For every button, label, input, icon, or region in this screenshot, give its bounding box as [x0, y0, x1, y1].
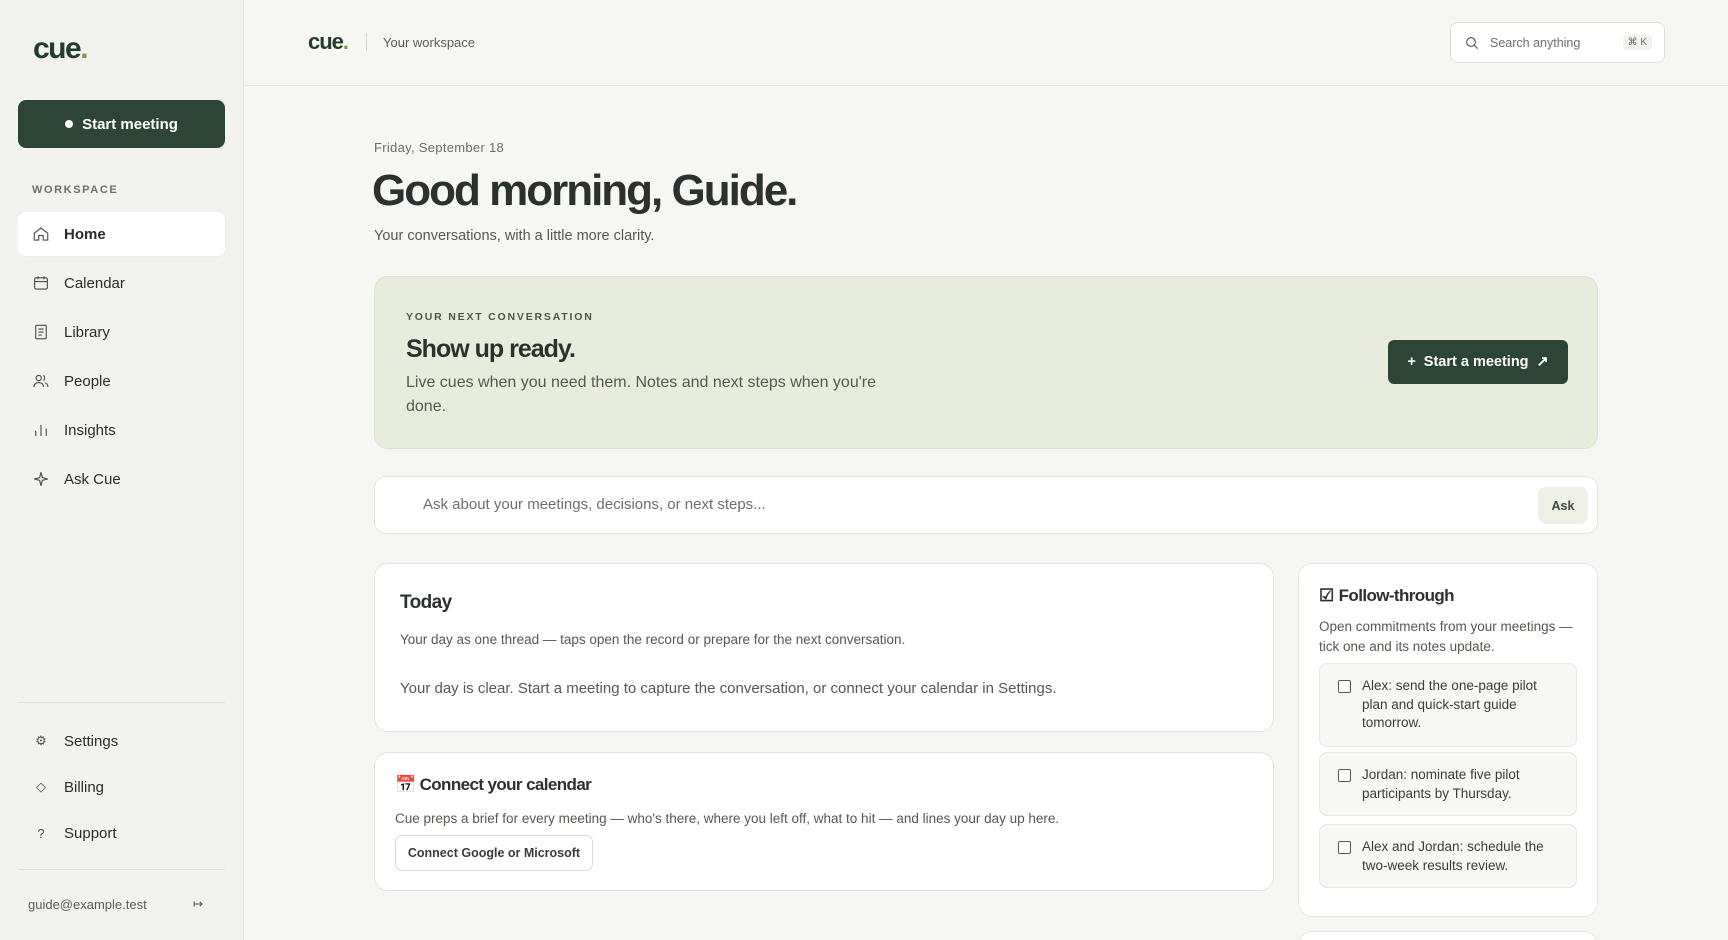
sidebar-item-settings[interactable]: ⚙ Settings [18, 720, 225, 762]
today-empty-state: Your day is clear. Start a meeting to ca… [400, 680, 1057, 697]
logout-icon[interactable]: ↦ [193, 897, 203, 911]
today-title: Today [400, 592, 452, 613]
search-bar[interactable]: Search anything ⌘ K [1450, 22, 1665, 63]
workspace-name: Your workspace [383, 35, 476, 50]
page-subtitle: Your conversations, with a little more c… [374, 228, 655, 244]
sidebar-item-calendar[interactable]: Calendar [18, 261, 225, 305]
next-card-partial [1298, 931, 1598, 940]
sidebar-item-label: Billing [64, 778, 105, 796]
diamond-icon: ◇ [36, 779, 46, 794]
logo[interactable]: cue. [33, 32, 89, 66]
task-item: Jordan: nominate five pilot participants… [1319, 752, 1577, 816]
task-checkbox[interactable] [1338, 680, 1351, 693]
task-text: Alex: send the one-page pilot plan and q… [1362, 678, 1537, 730]
sidebar-item-home[interactable]: Home [18, 212, 225, 256]
task-text: Jordan: nominate five pilot participants… [1362, 767, 1520, 801]
user-email: guide@example.test [28, 897, 147, 912]
sidebar-item-billing[interactable]: ◇ Billing [18, 766, 225, 808]
search-placeholder: Search anything [1490, 35, 1581, 50]
current-date: Friday, September 18 [374, 140, 505, 155]
page-title: Good morning, Guide. [372, 166, 798, 215]
gear-icon: ⚙ [35, 733, 47, 748]
follow-through-title-text: Follow-through [1338, 586, 1455, 605]
task-text: Alex and Jordan: schedule the two-week r… [1362, 839, 1544, 873]
calendar-icon [34, 276, 48, 290]
task-item: Alex and Jordan: schedule the two-week r… [1319, 824, 1577, 888]
plus-icon: + [1407, 354, 1416, 370]
sidebar-nav: Home Calendar Library People Insights As… [18, 212, 225, 506]
sidebar-item-label: Support [64, 824, 117, 842]
sidebar-divider [18, 702, 225, 703]
sidebar-item-label: People [64, 372, 111, 390]
task-checkbox[interactable] [1338, 769, 1351, 782]
sidebar-item-support[interactable]: ? Support [18, 812, 225, 854]
hero-label: YOUR NEXT CONVERSATION [406, 311, 594, 323]
header-separator [366, 33, 367, 51]
workspace-section-label: WORKSPACE [32, 184, 119, 196]
follow-through-card: ☑ Follow-through Open commitments from y… [1298, 563, 1598, 917]
top-bar: cue. Your workspace Search anything ⌘ K [245, 0, 1728, 86]
bar-chart-icon [35, 424, 47, 436]
arrow-up-right-icon: ↗ [1536, 354, 1549, 370]
search-shortcut-badge: ⌘ K [1622, 35, 1652, 50]
sidebar-item-label: Insights [64, 421, 116, 439]
ask-bar: Ask [374, 476, 1598, 534]
sidebar-item-people[interactable]: People [18, 359, 225, 403]
task-item: Alex: send the one-page pilot plan and q… [1319, 663, 1577, 747]
start-meeting-label: Start meeting [82, 115, 178, 133]
start-meeting-button[interactable]: Start meeting [18, 100, 225, 148]
follow-through-subtitle: Open commitments from your meetings — ti… [1319, 619, 1573, 654]
calendar-emoji-icon: 📅 [395, 775, 416, 794]
question-icon: ? [37, 825, 45, 841]
next-conversation-card: YOUR NEXT CONVERSATION Show up ready. Li… [374, 276, 1598, 449]
connect-calendar-card: 📅 Connect your calendar Cue preps a brie… [374, 752, 1274, 891]
search-icon [1466, 36, 1479, 49]
ask-button[interactable]: Ask [1538, 487, 1588, 524]
checkbox-checked-icon: ☑ [1319, 586, 1334, 605]
sidebar-item-label: Settings [64, 732, 119, 750]
connect-calendar-subtitle: Cue preps a brief for every meeting — wh… [395, 811, 1060, 826]
people-icon [33, 374, 49, 388]
task-checkbox[interactable] [1338, 841, 1351, 854]
ask-input[interactable] [423, 496, 1423, 513]
connect-calendar-button[interactable]: Connect Google or Microsoft [395, 835, 593, 871]
header-logo[interactable]: cue. [308, 29, 349, 55]
sidebar-item-ask-cue[interactable]: Ask Cue [18, 457, 225, 501]
connect-calendar-title-text: Connect your calendar [419, 775, 592, 794]
sidebar-item-label: Library [64, 323, 110, 341]
start-a-meeting-label: Start a meeting [1423, 354, 1529, 370]
sidebar-bottom-nav: ⚙ Settings ◇ Billing ? Support [18, 720, 225, 858]
sidebar: cue. Start meeting WORKSPACE Home Calend… [0, 0, 244, 940]
follow-through-title: ☑ Follow-through [1319, 586, 1455, 606]
hero-title: Show up ready. [406, 335, 576, 363]
document-icon [35, 324, 47, 340]
sidebar-item-label: Ask Cue [64, 470, 121, 488]
sidebar-item-library[interactable]: Library [18, 310, 225, 354]
sidebar-item-label: Calendar [64, 274, 125, 292]
today-card: Today Your day as one thread — taps open… [374, 563, 1274, 732]
sidebar-item-insights[interactable]: Insights [18, 408, 225, 452]
home-icon [33, 227, 49, 241]
today-subtitle: Your day as one thread — taps open the r… [400, 632, 906, 647]
record-dot-icon [65, 120, 74, 128]
connect-calendar-title: 📅 Connect your calendar [395, 775, 592, 795]
sidebar-item-label: Home [64, 225, 106, 243]
start-a-meeting-button[interactable]: + Start a meeting ↗ [1388, 340, 1568, 384]
hero-description: Live cues when you need them. Notes and … [406, 374, 877, 415]
sidebar-divider [18, 869, 225, 870]
sparkle-icon [34, 472, 48, 486]
